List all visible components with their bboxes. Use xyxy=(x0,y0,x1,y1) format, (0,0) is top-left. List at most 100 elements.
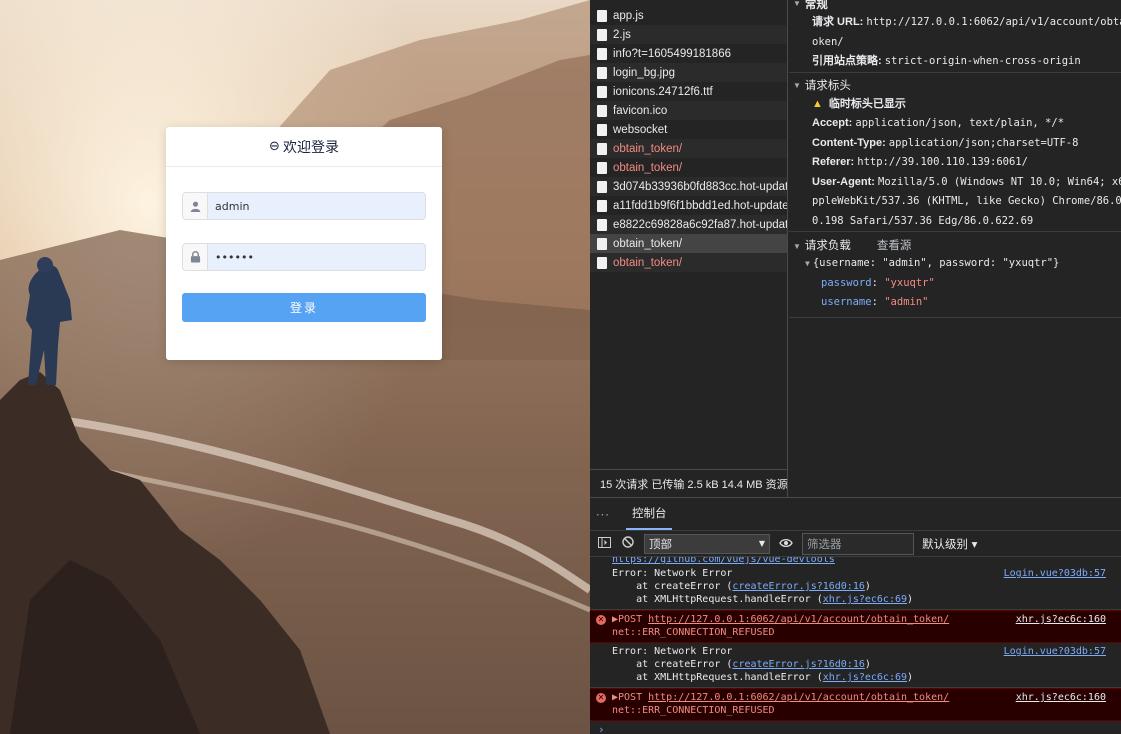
network-request-row[interactable]: e8822c69828a6c92fa87.hot-update.json xyxy=(590,215,787,234)
payload-password: password: "yxuqtr" xyxy=(821,276,935,289)
login-page: ⊖ 欢迎登录 admin •••••• 登录 xyxy=(0,0,590,734)
file-icon xyxy=(597,9,607,22)
provisional-headers-warning: ▲ 临时标头已显示 xyxy=(812,97,906,110)
password-value: •••••• xyxy=(215,250,254,264)
general-section: ▼ 常规 请求 URL: http://127.0.0.1:6062/api/v… xyxy=(789,0,1121,73)
username-input[interactable]: admin xyxy=(182,192,426,220)
request-name: a11fdd1b9f6f1bbdd1ed.hot-update.json xyxy=(613,199,787,212)
network-request-row[interactable]: info?t=1605499181866 xyxy=(590,44,787,63)
request-name: 3d074b33936b0fd883cc.hot-update.json xyxy=(613,180,787,193)
dropdown-arrow-icon: ▼ xyxy=(758,539,765,548)
file-icon xyxy=(597,237,607,250)
content-type-header: Content-Type: application/json;charset=U… xyxy=(812,136,1079,149)
lock-icon xyxy=(183,244,208,270)
console-error: ✕ ▶POST http://127.0.0.1:6062/api/v1/acco… xyxy=(590,610,1121,643)
file-icon xyxy=(597,218,607,231)
request-name: websocket xyxy=(613,123,668,136)
network-request-row[interactable]: ionicons.24712f6.ttf xyxy=(590,82,787,101)
payload-section-header: ▼ 请求负载 查看源 xyxy=(789,235,1121,254)
payload-summary[interactable]: ▼ {username: "admin", password: "yxuqtr"} xyxy=(789,254,1121,274)
password-input[interactable]: •••••• xyxy=(182,243,426,271)
expand-triangle-icon: ▼ xyxy=(793,80,801,90)
request-name: obtain_token/ xyxy=(613,256,683,269)
devtools-panel: app.js 2.js info?t=1605499181866 login_bg.j… xyxy=(590,0,1121,734)
network-request-row[interactable]: websocket xyxy=(590,120,787,139)
console-error: ✕ ▶POST http://127.0.0.1:6062/api/v1/acco… xyxy=(590,688,1121,721)
clear-console-icon[interactable] xyxy=(620,536,636,551)
stack-link[interactable]: xhr.js?ec6c:69 xyxy=(823,672,907,683)
file-icon xyxy=(597,104,607,117)
file-icon xyxy=(597,28,607,41)
file-icon xyxy=(597,180,607,193)
user-agent-header: User-Agent: Mozilla/5.0 (Windows NT 10.0… xyxy=(812,175,1121,188)
network-request-row[interactable]: obtain_token/ xyxy=(590,234,787,253)
tab-console[interactable]: 控制台 xyxy=(625,505,673,530)
network-request-row[interactable]: obtain_token/ xyxy=(590,139,787,158)
payload-toggle[interactable]: ▼ 请求负载 xyxy=(793,237,851,253)
request-name: obtain_token/ xyxy=(613,142,683,155)
source-link[interactable]: Login.vue?03db:57 xyxy=(1004,645,1106,658)
source-link[interactable]: Login.vue?03db:57 xyxy=(1004,567,1106,580)
request-name: obtain_token/ xyxy=(613,237,683,250)
request-name: favicon.ico xyxy=(613,104,668,117)
request-headers-section: ▼ 请求标头 ▲ 临时标头已显示 Accept: application/json… xyxy=(789,73,1121,232)
console-message: Error: Network Error at createError (cre… xyxy=(590,643,1121,688)
request-name: ionicons.24712f6.ttf xyxy=(613,85,713,98)
file-icon xyxy=(597,66,607,79)
view-source-link[interactable]: 查看源 xyxy=(877,237,912,253)
network-request-row[interactable]: 3d074b33936b0fd883cc.hot-update.json xyxy=(590,177,787,196)
mountain-background-image xyxy=(0,0,590,734)
expand-triangle-icon: ▼ xyxy=(793,241,801,251)
console-output: https://github.com/vuejs/vue-devtools Er… xyxy=(590,557,1121,734)
log-levels-dropdown[interactable]: 默认级别 ▾ xyxy=(922,536,977,552)
network-request-row[interactable]: app.js xyxy=(590,6,787,25)
file-icon xyxy=(597,256,607,269)
request-url-row: 请求 URL: http://127.0.0.1:6062/api/v1/acc… xyxy=(812,16,1121,28)
request-name: 2.js xyxy=(613,28,631,41)
context-selector[interactable]: 顶部 ▼ xyxy=(644,533,770,554)
source-link[interactable]: xhr.js?ec6c:160 xyxy=(1016,613,1106,626)
network-request-row[interactable]: a11fdd1b9f6f1bbdd1ed.hot-update.json xyxy=(590,196,787,215)
general-section-toggle[interactable]: ▼ 常规 xyxy=(789,0,1121,13)
login-title: 欢迎登录 xyxy=(282,139,339,156)
request-name: e8822c69828a6c92fa87.hot-update.json xyxy=(613,218,787,231)
stack-link[interactable]: xhr.js?ec6c:69 xyxy=(823,594,907,605)
source-link[interactable]: xhr.js?ec6c:160 xyxy=(1016,691,1106,704)
referrer-policy-row: 引用站点策略: strict-origin-when-cross-origin xyxy=(812,55,1081,67)
network-request-row[interactable]: 2.js xyxy=(590,25,787,44)
request-name: obtain_token/ xyxy=(613,161,683,174)
request-name: login_bg.jpg xyxy=(613,66,676,79)
eye-icon[interactable] xyxy=(778,537,794,551)
request-url-link[interactable]: http://127.0.0.1:6062/api/v1/account/obt… xyxy=(648,692,949,703)
network-request-row[interactable]: obtain_token/ xyxy=(590,253,787,272)
request-url-link[interactable]: http://127.0.0.1:6062/api/v1/account/obt… xyxy=(648,614,949,625)
file-icon xyxy=(597,85,607,98)
login-card: ⊖ 欢迎登录 admin •••••• 登录 xyxy=(166,127,442,360)
network-request-row[interactable]: login_bg.jpg xyxy=(590,63,787,82)
file-icon xyxy=(597,161,607,174)
user-icon xyxy=(183,193,208,219)
console-drawer: ··· 控制台 顶部 ▼ 筛选器 默认级别 ▾ https://github.co… xyxy=(590,497,1121,734)
stack-link[interactable]: createError.js?16d0:16 xyxy=(732,581,864,592)
login-card-header: ⊖ 欢迎登录 xyxy=(166,127,442,167)
more-tabs-icon[interactable]: ··· xyxy=(596,508,610,530)
user-agent-cont-2: 0.198 Safari/537.36 Edg/86.0.622.69 xyxy=(812,214,1034,227)
file-icon xyxy=(597,47,607,60)
login-button[interactable]: 登录 xyxy=(182,293,426,322)
network-request-list: app.js 2.js info?t=1605499181866 login_bg.j… xyxy=(590,0,788,497)
request-name: app.js xyxy=(613,9,644,22)
file-icon xyxy=(597,199,607,212)
stack-link[interactable]: createError.js?16d0:16 xyxy=(732,659,864,670)
error-icon: ✕ xyxy=(596,615,606,625)
network-request-row[interactable]: obtain_token/ xyxy=(590,158,787,177)
username-value: admin xyxy=(215,199,250,213)
user-agent-cont-1: ppleWebKit/537.36 (KHTML, like Gecko) Ch… xyxy=(812,195,1121,207)
console-partial-line: https://github.com/vuejs/vue-devtools xyxy=(612,557,835,565)
network-request-row[interactable]: favicon.ico xyxy=(590,101,787,120)
request-name: info?t=1605499181866 xyxy=(613,47,731,60)
request-headers-toggle[interactable]: ▼ 请求标头 xyxy=(789,76,1121,95)
console-filter-input[interactable]: 筛选器 xyxy=(802,532,914,555)
payload-section: ▼ 请求负载 查看源 ▼ {username: "admin", password:… xyxy=(789,232,1121,318)
sidebar-toggle-icon[interactable] xyxy=(596,536,612,551)
console-prompt[interactable]: › xyxy=(590,721,1121,734)
